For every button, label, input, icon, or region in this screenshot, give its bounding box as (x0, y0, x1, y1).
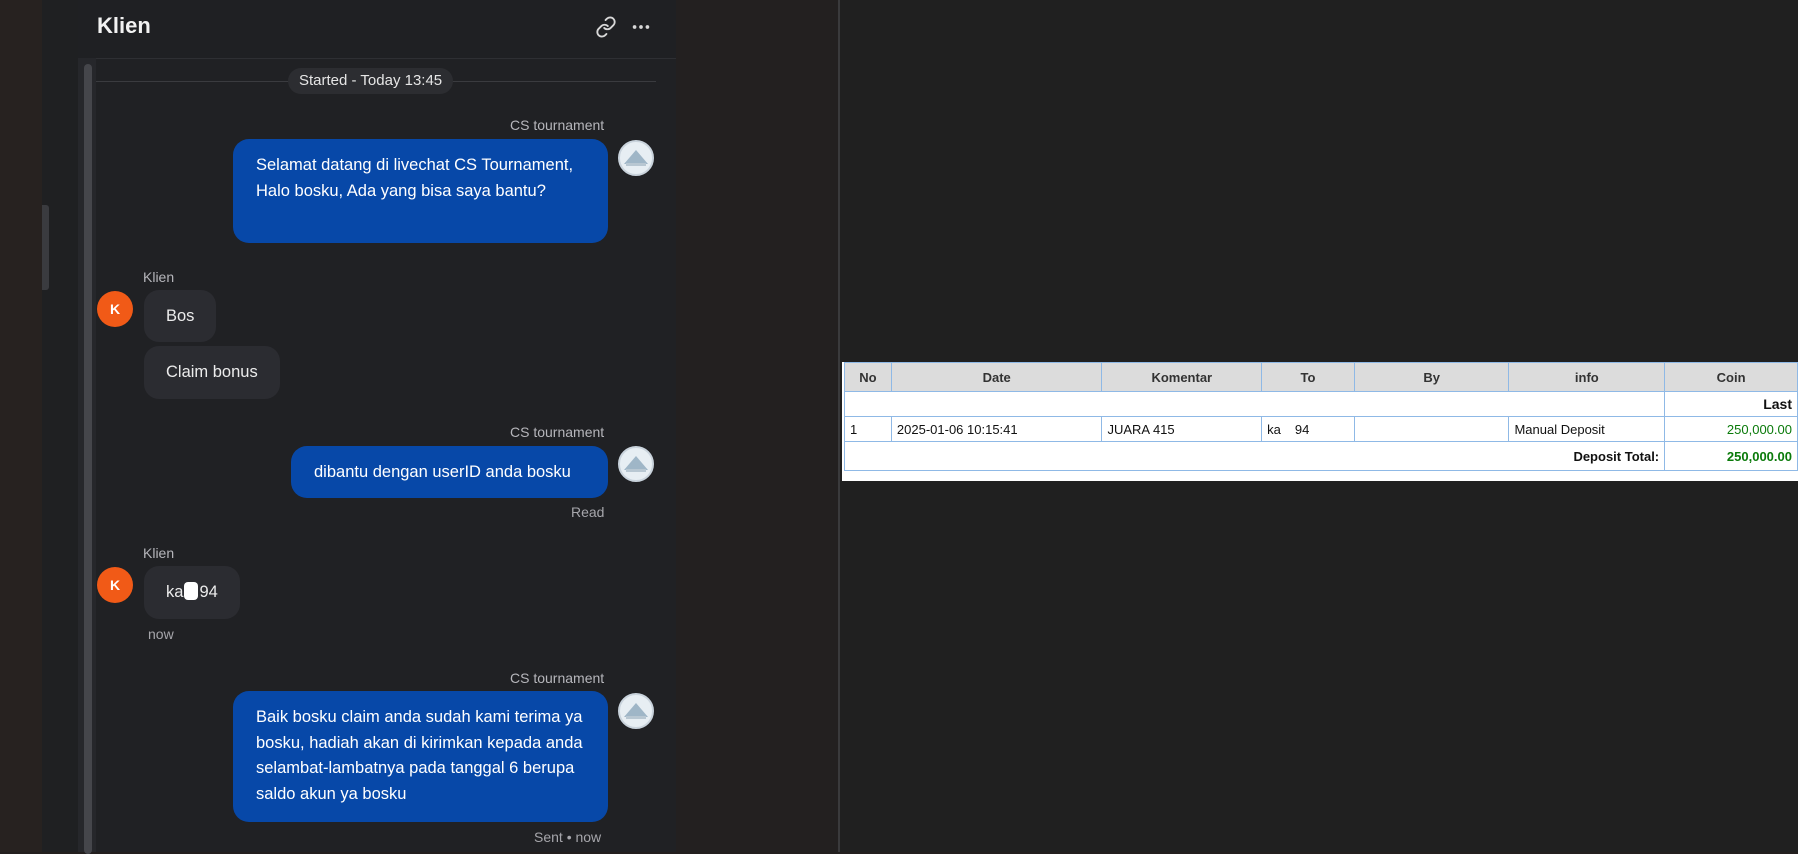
agent-message: Baik bosku claim anda sudah kami terima … (233, 691, 608, 822)
column-header: Coin (1664, 362, 1798, 392)
agent-avatar[interactable] (618, 693, 654, 729)
link-icon[interactable] (591, 12, 621, 42)
table-cell (1353, 416, 1510, 442)
client-avatar[interactable]: K (97, 291, 133, 327)
table-row: Last (843, 391, 1798, 417)
scrollbar[interactable] (78, 58, 96, 854)
table-cell: 1 (844, 416, 892, 442)
table-row: 1 2025-01-06 10:15:41 JUARA 415 ka 94 Man… (844, 416, 1798, 442)
client-avatar[interactable]: K (97, 567, 133, 603)
coin-value: 250,000.00 (1664, 416, 1798, 442)
rail-tab[interactable] (42, 205, 49, 290)
last-label: Last (1664, 391, 1798, 417)
message-status: Sent • now (534, 829, 602, 845)
client-message: ka 94 (144, 566, 240, 619)
column-header: info (1508, 362, 1666, 392)
background-panel (0, 0, 42, 852)
to-text: 94 (1294, 421, 1310, 437)
agent-avatar[interactable] (618, 446, 654, 482)
agent-avatar[interactable] (618, 140, 654, 176)
agent-message: dibantu dengan userID anda bosku (291, 446, 608, 498)
deposit-table: No Date Komentar To By info Coin Last 1 … (843, 362, 1798, 471)
client-message: Bos (144, 290, 217, 342)
message-sender: CS tournament (510, 670, 605, 686)
more-horizontal-icon[interactable] (626, 12, 656, 42)
message-sender: Klien (143, 269, 175, 285)
table-cell: JUARA 415 (1101, 416, 1263, 442)
total-value: 250,000.00 (1664, 441, 1798, 471)
background-panel (676, 0, 838, 852)
agent-message: Selamat datang di livechat CS Tournament… (233, 139, 608, 243)
column-header: By (1353, 362, 1510, 392)
table-total-row: Deposit Total: 250,000.00 (843, 441, 1798, 471)
column-header: No (844, 362, 892, 392)
table-cell: Manual Deposit (1508, 416, 1666, 442)
chat-panel: Klien Started - Today 13:45 CS tournamen… (78, 0, 676, 854)
column-header: To (1261, 362, 1355, 392)
message-text: ka (166, 583, 184, 601)
total-label: Deposit Total: (843, 441, 1666, 471)
table-cell: ka 94 (1261, 416, 1355, 442)
message-text: 94 (199, 583, 218, 601)
table-cell: 2025-01-06 10:15:41 (890, 416, 1103, 442)
message-sender: CS tournament (510, 117, 605, 133)
table-header-row: No Date Komentar To By info Coin (844, 362, 1798, 392)
message-time: now (148, 626, 174, 642)
column-header: Date (890, 362, 1103, 392)
chat-header: Klien (78, 0, 676, 59)
started-badge: Started - Today 13:45 (288, 68, 454, 94)
to-text: ka (1267, 421, 1281, 437)
scrollbar-thumb[interactable] (84, 64, 92, 854)
redaction-block (184, 582, 199, 600)
table-cell (843, 391, 1666, 417)
message-sender: Klien (143, 545, 175, 561)
message-sender: CS tournament (510, 424, 605, 440)
left-rail (42, 0, 78, 852)
column-header: Komentar (1101, 362, 1263, 392)
deposit-report: No Date Komentar To By info Coin Last 1 … (842, 362, 1798, 481)
message-status: Read (571, 504, 605, 520)
chat-title: Klien (97, 13, 151, 38)
client-message: Claim bonus (144, 346, 280, 399)
